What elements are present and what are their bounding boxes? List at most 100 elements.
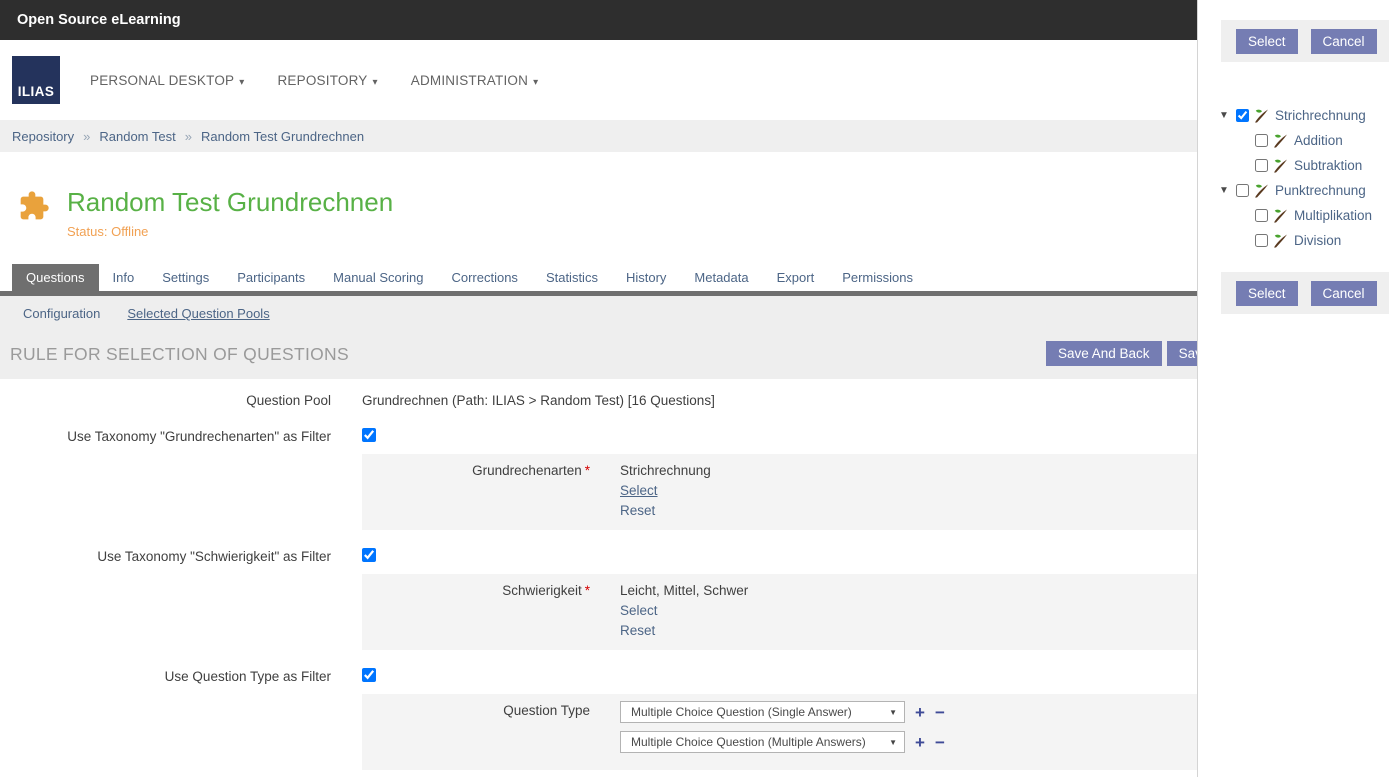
schwierigkeit-label-text: Schwierigkeit — [502, 583, 582, 598]
page-title: Random Test Grundrechnen — [67, 188, 393, 217]
top-action-buttons: Save And Back Save and — [1046, 341, 1197, 366]
tree-label-subtraktion[interactable]: Subtraktion — [1294, 158, 1362, 173]
panel-cancel-button-bottom[interactable]: Cancel — [1311, 281, 1377, 306]
grundrechenarten-selected-value: Strichrechnung — [620, 461, 711, 481]
tree-label-addition[interactable]: Addition — [1294, 133, 1343, 148]
ilias-logo-text: ILIAS — [18, 84, 55, 99]
tree-item-punktrechnung: ▼ Punktrechnung — [1198, 178, 1389, 203]
panel-select-button-top[interactable]: Select — [1236, 29, 1298, 54]
tab-statistics[interactable]: Statistics — [532, 264, 612, 291]
panel-bottom-toolbar: Select Cancel — [1221, 272, 1389, 314]
question-type-filter-label: Use Question Type as Filter — [0, 669, 331, 684]
schwierigkeit-reset-link[interactable]: Reset — [620, 621, 748, 641]
schwierigkeit-label: Schwierigkeit* — [362, 581, 590, 641]
title-wrap: Random Test Grundrechnen Status: Offline — [67, 188, 393, 264]
panel-select-button-bottom[interactable]: Select — [1236, 281, 1298, 306]
breadcrumb-current-page[interactable]: Random Test Grundrechnen — [201, 129, 364, 144]
tree-label-punktrechnung[interactable]: Punktrechnung — [1275, 183, 1366, 198]
grundrechenarten-reset-link[interactable]: Reset — [620, 501, 711, 521]
panel-cancel-button-top[interactable]: Cancel — [1311, 29, 1377, 54]
question-type-label: Question Type — [362, 701, 590, 761]
tab-questions[interactable]: Questions — [12, 264, 99, 291]
nav-repository[interactable]: REPOSITORY▾ — [277, 73, 377, 88]
taxonomy-node-icon — [1272, 158, 1289, 174]
schwierigkeit-value-block: Leicht, Mittel, Schwer Select Reset — [620, 581, 748, 641]
breadcrumb-separator: » — [83, 129, 90, 144]
title-area: Random Test Grundrechnen Status: Offline — [0, 152, 1197, 264]
tab-info[interactable]: Info — [99, 264, 149, 291]
tab-manual-scoring[interactable]: Manual Scoring — [319, 264, 437, 291]
grundrechenarten-label-text: Grundrechenarten — [472, 463, 582, 478]
grundrechenarten-select-link[interactable]: Select — [620, 481, 711, 501]
tab-participants[interactable]: Participants — [223, 264, 319, 291]
question-type-filter-checkbox[interactable] — [362, 668, 376, 682]
breadcrumb-random-test[interactable]: Random Test — [99, 129, 175, 144]
main-content: Open Source eLearning ILIAS PERSONAL DES… — [0, 0, 1197, 777]
nav-administration[interactable]: ADMINISTRATION▾ — [411, 73, 539, 88]
subtab-selected-question-pools[interactable]: Selected Question Pools — [127, 306, 269, 321]
question-type-filter-row: Use Question Type as Filter — [0, 668, 1197, 685]
tab-export[interactable]: Export — [763, 264, 829, 291]
grundrechenarten-label: Grundrechenarten* — [362, 461, 590, 521]
schwierigkeit-subform: Schwierigkeit* Leicht, Mittel, Schwer Se… — [362, 574, 1197, 650]
tab-corrections[interactable]: Corrections — [437, 264, 531, 291]
taxonomy-grundrechenarten-filter-row: Use Taxonomy "Grundrechenarten" as Filte… — [0, 428, 1197, 445]
taxonomy-selection-panel: Select Cancel ▼ Strichrechnung Addition … — [1197, 0, 1389, 777]
save-and-back-button[interactable]: Save And Back — [1046, 341, 1162, 366]
question-type-select-2[interactable]: Multiple Choice Question (Multiple Answe… — [620, 731, 905, 753]
division-checkbox[interactable] — [1255, 234, 1268, 247]
tab-permissions[interactable]: Permissions — [828, 264, 927, 291]
schwierigkeit-select-link[interactable]: Select — [620, 601, 748, 621]
tree-label-multiplikation[interactable]: Multiplikation — [1294, 208, 1372, 223]
required-asterisk: * — [585, 583, 590, 598]
subtab-configuration[interactable]: Configuration — [23, 306, 100, 321]
test-puzzle-icon — [18, 190, 50, 222]
add-question-type-icon[interactable]: + — [915, 734, 925, 751]
question-type-row-2: Multiple Choice Question (Multiple Answe… — [620, 731, 945, 753]
tree-label-strichrechnung[interactable]: Strichrechnung — [1275, 108, 1366, 123]
question-type-row-1: Multiple Choice Question (Single Answer)… — [620, 701, 945, 723]
form-heading-row: RULE FOR SELECTION OF QUESTIONS Save And… — [0, 335, 1197, 379]
remove-question-type-icon[interactable]: − — [935, 734, 945, 751]
caret-down-icon: ▾ — [239, 77, 244, 88]
question-type-selects: Multiple Choice Question (Single Answer)… — [620, 701, 945, 761]
breadcrumb-separator: » — [185, 129, 192, 144]
nav-personal-desktop[interactable]: PERSONAL DESKTOP ▾ — [90, 73, 244, 88]
breadcrumb-repository[interactable]: Repository — [12, 129, 74, 144]
tab-metadata[interactable]: Metadata — [680, 264, 762, 291]
toolbar-section: Configuration Selected Question Pools RU… — [0, 296, 1197, 379]
taxonomy-grundrechenarten-filter-checkbox[interactable] — [362, 428, 376, 442]
select-caret-icon: ▼ — [889, 708, 897, 717]
addition-checkbox[interactable] — [1255, 134, 1268, 147]
question-pool-label: Question Pool — [0, 393, 331, 408]
collapse-icon[interactable]: ▼ — [1219, 110, 1236, 121]
punktrechnung-checkbox[interactable] — [1236, 184, 1249, 197]
tree-label-division[interactable]: Division — [1294, 233, 1341, 248]
tab-settings[interactable]: Settings — [148, 264, 223, 291]
taxonomy-node-icon — [1253, 108, 1270, 124]
nav-administration-label: ADMINISTRATION — [411, 73, 528, 88]
remove-question-type-icon[interactable]: − — [935, 704, 945, 721]
subtab-bar: Configuration Selected Question Pools — [0, 296, 1197, 321]
ilias-logo[interactable]: ILIAS — [12, 56, 60, 104]
breadcrumb: Repository » Random Test » Random Test G… — [0, 120, 1197, 152]
tree-item-strichrechnung: ▼ Strichrechnung — [1198, 103, 1389, 128]
taxonomy-grundrechenarten-filter-label: Use Taxonomy "Grundrechenarten" as Filte… — [0, 429, 331, 444]
multiplikation-checkbox[interactable] — [1255, 209, 1268, 222]
add-question-type-icon[interactable]: + — [915, 704, 925, 721]
taxonomy-tree: ▼ Strichrechnung Addition Subtraktion ▼ … — [1198, 103, 1389, 253]
subtraktion-checkbox[interactable] — [1255, 159, 1268, 172]
nav-personal-desktop-label: PERSONAL DESKTOP — [90, 73, 234, 88]
taxonomy-schwierigkeit-filter-row: Use Taxonomy "Schwierigkeit" as Filter — [0, 548, 1197, 565]
tab-history[interactable]: History — [612, 264, 680, 291]
installation-title: Open Source eLearning — [17, 12, 181, 28]
taxonomy-schwierigkeit-filter-label: Use Taxonomy "Schwierigkeit" as Filter — [0, 549, 331, 564]
question-type-select-1-value: Multiple Choice Question (Single Answer) — [631, 705, 852, 719]
taxonomy-schwierigkeit-filter-checkbox[interactable] — [362, 548, 376, 562]
tree-item-division: Division — [1198, 228, 1389, 253]
save-and-new-rule-button[interactable]: Save and — [1167, 341, 1197, 366]
taxonomy-node-icon — [1253, 183, 1270, 199]
question-type-select-1[interactable]: Multiple Choice Question (Single Answer)… — [620, 701, 905, 723]
collapse-icon[interactable]: ▼ — [1219, 185, 1236, 196]
strichrechnung-checkbox[interactable] — [1236, 109, 1249, 122]
